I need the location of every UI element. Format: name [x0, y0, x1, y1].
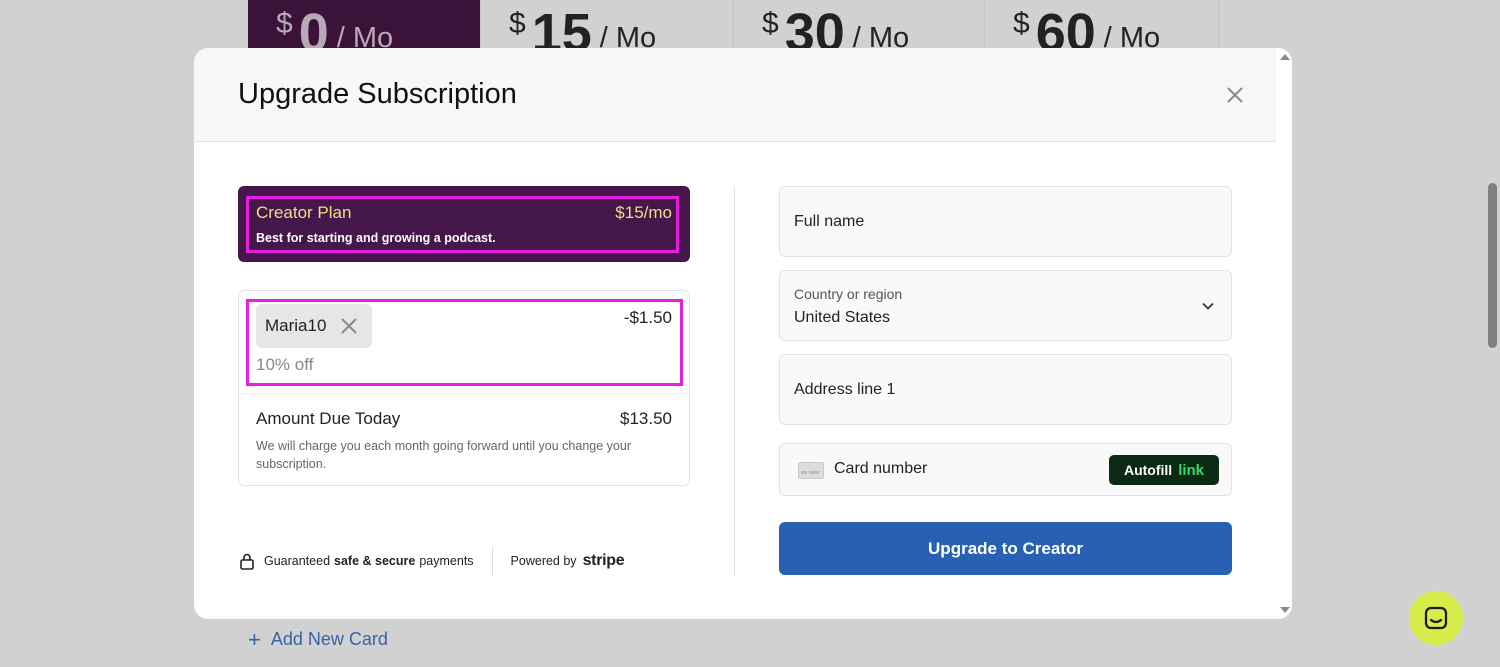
summary-divider: [239, 393, 689, 394]
amount-due-label: Amount Due Today: [256, 409, 401, 428]
powered-by-label: Powered by: [510, 554, 577, 568]
country-select[interactable]: Country or region United States: [779, 270, 1232, 341]
link-logo: link: [1178, 461, 1205, 479]
full-name-placeholder: Full name: [794, 213, 865, 230]
lock-icon: [240, 553, 254, 570]
coupon-percent: 10% off: [256, 355, 314, 374]
plan-currency: $: [276, 7, 293, 40]
secure-bold: safe & secure: [334, 554, 416, 568]
autofill-label: Autofill: [1123, 462, 1173, 478]
country-label: Country or region: [794, 286, 903, 302]
chevron-down-icon: [1202, 302, 1214, 310]
modal-header: Upgrade Subscription: [194, 48, 1276, 142]
secure-suffix: payments: [419, 554, 474, 568]
coupon-chip: Maria10: [256, 304, 372, 348]
plan-tier-free[interactable]: $ 0 / Mo: [248, 0, 481, 60]
autofill-link-button[interactable]: Autofill link: [1109, 455, 1219, 485]
column-divider: [734, 186, 735, 576]
plan-tier-15[interactable]: $ 15 / Mo: [481, 0, 734, 60]
modal-scrollbar[interactable]: [1276, 48, 1292, 619]
coupon-code: Maria10: [265, 316, 327, 335]
chat-launcher-button[interactable]: [1409, 591, 1463, 645]
country-value: United States: [794, 309, 891, 326]
stripe-logo: stripe: [582, 552, 625, 569]
upgrade-button[interactable]: Upgrade to Creator: [779, 522, 1232, 575]
billing-note: We will charge you each month going forw…: [256, 439, 631, 471]
selected-plan-card: Creator Plan $15/mo Best for starting an…: [238, 186, 690, 262]
trust-divider: [491, 547, 493, 575]
scroll-up-arrow-icon[interactable]: [1280, 54, 1290, 60]
plan-tier-60[interactable]: $ 60 / Mo: [985, 0, 1219, 60]
plan-tier-30[interactable]: $ 30 / Mo: [734, 0, 985, 60]
chat-icon: [1424, 606, 1448, 630]
add-new-card-link[interactable]: + Add New Card: [248, 626, 388, 652]
plan-name: Creator Plan: [256, 203, 352, 222]
page-scrollbar[interactable]: [1484, 0, 1500, 667]
amount-due-value: $13.50: [620, 409, 672, 428]
page-scrollbar-thumb[interactable]: [1488, 183, 1497, 348]
coupon-discount: -$1.50: [623, 308, 672, 327]
close-icon[interactable]: [1224, 84, 1246, 106]
card-number-placeholder: Card number: [834, 460, 928, 477]
secure-prefix: Guaranteed: [264, 554, 331, 568]
plan-currency: $: [1013, 7, 1030, 40]
full-name-field[interactable]: Full name: [779, 186, 1232, 257]
order-summary: Maria10 -$1.50 10% off Amount Due Today …: [238, 290, 690, 486]
address-placeholder: Address line 1: [794, 381, 896, 398]
pricing-plans-row: $ 0 / Mo $ 15 / Mo $ 30 / Mo $ 60 / Mo: [248, 0, 1219, 60]
plan-currency: $: [762, 7, 779, 40]
plan-currency: $: [509, 7, 526, 40]
modal-title: Upgrade Subscription: [238, 78, 517, 110]
plan-price: $15/mo: [615, 203, 672, 222]
plan-description: Best for starting and growing a podcast.: [256, 231, 496, 245]
address-line1-field[interactable]: Address line 1: [779, 354, 1232, 425]
plus-icon: +: [248, 626, 261, 652]
upgrade-subscription-modal: Upgrade Subscription Creator Plan $15/mo…: [194, 48, 1292, 619]
scroll-down-arrow-icon[interactable]: [1280, 607, 1290, 613]
secure-payments-footer: Guaranteed safe & secure payments Powere…: [238, 546, 625, 576]
remove-coupon-icon[interactable]: [340, 317, 358, 335]
add-new-card-label: Add New Card: [270, 629, 388, 649]
credit-card-icon: [798, 462, 824, 479]
card-number-field[interactable]: Card number Autofill link: [779, 443, 1232, 496]
